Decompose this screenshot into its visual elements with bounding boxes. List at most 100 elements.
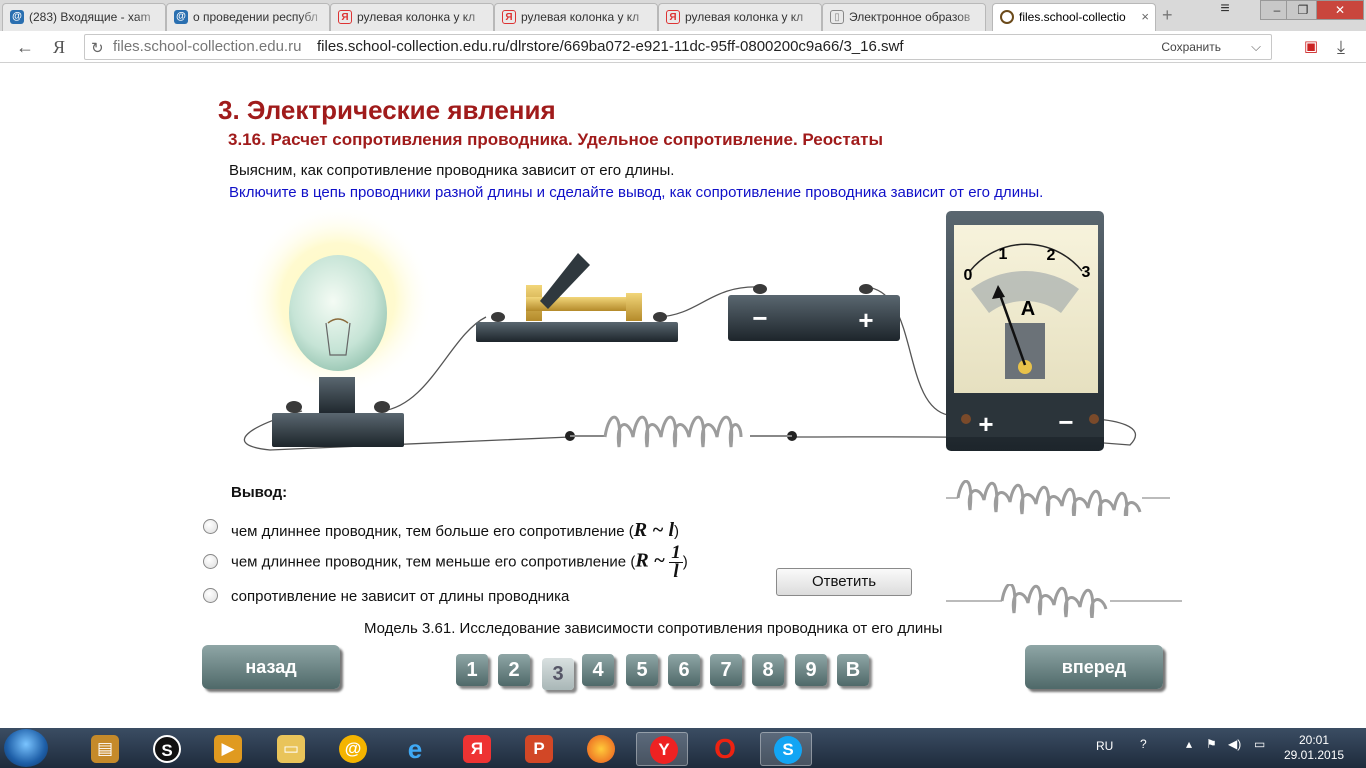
taskbar: ▤ S ▶ ▭ @ e Я P Y O S RU ? ▴ ⚑ ◀) ▭ (0, 728, 1366, 768)
forward-button[interactable]: вперед (1025, 645, 1163, 689)
media-player-icon[interactable]: ▶ (201, 732, 253, 766)
archive-icon[interactable]: ▤ (78, 732, 130, 766)
close-tab-icon[interactable]: × (1141, 9, 1149, 24)
save-button[interactable]: Сохранить (1161, 35, 1221, 59)
tab-yandex-2[interactable]: Я рулевая колонка у кл (494, 3, 658, 31)
formula: R ~ l (633, 519, 675, 541)
option-text: чем длиннее проводник, тем больше его со… (231, 523, 634, 540)
tab-label: рулевая колонка у кл (685, 10, 804, 24)
page-button-1[interactable]: 1 (456, 654, 488, 686)
intro-text: Выясним, как сопротивление проводника за… (229, 162, 675, 179)
folder-icon[interactable]: ▭ (264, 732, 316, 766)
network-icon[interactable]: ▭ (1254, 737, 1265, 751)
opera-gx-icon[interactable]: S (140, 732, 192, 766)
clock[interactable]: 20:01 29.01.2015 (1284, 733, 1344, 763)
chevron-down-icon[interactable]: ⌵ (1251, 35, 1261, 59)
radio-button[interactable] (203, 588, 218, 603)
tab-label: (283) Входящие - xam (29, 10, 151, 24)
url-domain: files.school-collection.edu.ru (113, 38, 302, 55)
close-window-button[interactable]: ✕ (1316, 0, 1364, 20)
option-close: ) (682, 553, 688, 571)
scale-label-3: 3 (1082, 264, 1091, 281)
page-button-7[interactable]: 7 (710, 654, 742, 686)
tab-mail-inbox[interactable]: @ (283) Входящие - xam (2, 3, 166, 31)
tab-electronic-edu[interactable]: ▯ Электронное образов (822, 3, 986, 31)
yandex-icon[interactable]: Я (450, 732, 502, 766)
yandex-browser-icon[interactable]: Y (636, 732, 688, 766)
clock-date: 29.01.2015 (1284, 748, 1345, 762)
fraction: 1l (669, 543, 683, 582)
language-indicator[interactable]: RU (1096, 739, 1113, 753)
scale-label-1: 1 (999, 246, 1008, 263)
help-icon[interactable]: ? (1140, 737, 1147, 751)
address-bar[interactable]: ↻ files.school-collection.edu.ru files.s… (84, 34, 1272, 60)
skype-icon[interactable]: S (760, 732, 812, 766)
maximize-button[interactable]: ❐ (1286, 0, 1320, 20)
yandex-icon: Я (502, 10, 516, 24)
address-bar-row: ← Я ↻ files.school-collection.edu.ru fil… (0, 31, 1366, 63)
scale-label-2: 2 (1047, 247, 1056, 264)
ammeter-minus-label: − (1058, 407, 1073, 437)
page-button-6[interactable]: 6 (668, 654, 700, 686)
long-conductor[interactable] (946, 480, 1170, 516)
battery-plus-label: + (858, 305, 873, 335)
tab-yandex-1[interactable]: Я рулевая колонка у кл (330, 3, 494, 31)
radio-button[interactable] (203, 554, 218, 569)
page-button-2[interactable]: 2 (498, 654, 530, 686)
volume-icon[interactable]: ◀) (1228, 737, 1241, 751)
page-button-4[interactable]: 4 (582, 654, 614, 686)
tab-school-collection[interactable]: files.school-collectio × (992, 3, 1156, 31)
scale-label-0: 0 (964, 267, 973, 284)
page-button-v[interactable]: В (837, 654, 869, 686)
ie-icon[interactable]: e (388, 732, 440, 766)
back-button[interactable]: назад (202, 645, 340, 689)
firefox-icon[interactable] (574, 732, 626, 766)
mail-at-icon: @ (174, 10, 188, 24)
yandex-icon: Я (338, 10, 352, 24)
tab-label: рулевая колонка у кл (521, 10, 640, 24)
light-bulb (243, 205, 433, 447)
answer-button[interactable]: Ответить (776, 568, 912, 596)
download-icon[interactable]: ⤓ (1330, 36, 1352, 58)
fraction-denominator: l (673, 561, 679, 582)
pdf-icon[interactable]: ▣ (1300, 36, 1322, 58)
formula-lhs: R ~ (635, 549, 666, 572)
tab-label: рулевая колонка у кл (357, 10, 476, 24)
tab-bar: @ (283) Входящие - xam @ о проведении ре… (0, 0, 1366, 31)
knife-switch[interactable] (476, 253, 678, 342)
section-title: 3. Электрические явления (218, 95, 556, 125)
back-arrow-icon[interactable]: ← (14, 36, 36, 58)
tab-label: files.school-collectio (1019, 10, 1126, 24)
clock-time: 20:01 (1298, 733, 1330, 747)
powerpoint-icon[interactable]: P (512, 732, 564, 766)
tab-yandex-3[interactable]: Я рулевая колонка у кл (658, 3, 822, 31)
menu-icon[interactable]: ≡ (1208, 0, 1242, 20)
option-text: чем длиннее проводник, тем меньше его со… (231, 553, 636, 571)
yandex-home-icon[interactable]: Я (48, 36, 70, 58)
lesson-title: 3.16. Расчет сопротивления проводника. У… (228, 130, 883, 149)
short-conductor[interactable] (946, 584, 1182, 618)
page-button-9[interactable]: 9 (795, 654, 827, 686)
start-button[interactable] (4, 729, 48, 767)
page-button-5[interactable]: 5 (626, 654, 658, 686)
page-button-3[interactable]: 3 (542, 658, 574, 690)
model-caption: Модель 3.61. Исследование зависимости со… (364, 620, 943, 637)
mail-at-icon[interactable]: @ (326, 732, 378, 766)
tab-mail-2[interactable]: @ о проведении республ (166, 3, 330, 31)
conductor-in-circuit[interactable] (565, 415, 797, 448)
page-button-8[interactable]: 8 (752, 654, 784, 686)
tab-label: Электронное образов (849, 10, 971, 24)
opera-icon[interactable]: O (698, 732, 750, 766)
battery-minus-label: − (752, 303, 767, 333)
radio-button[interactable] (203, 519, 218, 534)
reload-icon[interactable]: ↻ (91, 37, 104, 61)
unit-label: A (1021, 298, 1035, 320)
flag-icon[interactable]: ⚑ (1206, 737, 1217, 751)
option-text: сопротивление не зависит от длины провод… (231, 588, 570, 605)
mail-at-icon: @ (10, 10, 24, 24)
tray-expand-icon[interactable]: ▴ (1186, 737, 1192, 751)
ammeter-plus-label: + (978, 409, 993, 439)
url-text[interactable]: files.school-collection.edu.ru/dlrstore/… (317, 35, 904, 59)
ammeter: 0 1 2 3 A + − (946, 211, 1104, 451)
new-tab-icon[interactable]: + (1162, 5, 1173, 26)
